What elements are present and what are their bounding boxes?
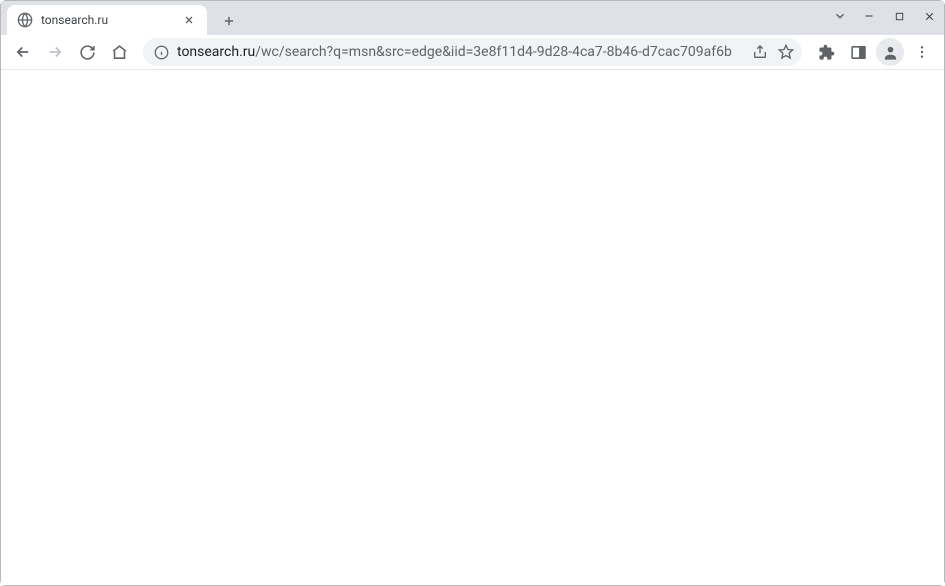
- address-bar[interactable]: tonsearch.ru/wc/search?q=msn&src=edge&ii…: [143, 38, 802, 66]
- side-panel-button[interactable]: [844, 38, 872, 66]
- url-text: tonsearch.ru/wc/search?q=msn&src=edge&ii…: [177, 44, 752, 60]
- tab-title: tonsearch.ru: [41, 13, 181, 27]
- profile-button[interactable]: [876, 38, 904, 66]
- site-info-icon[interactable]: [153, 44, 169, 60]
- minimize-window-button[interactable]: [854, 1, 884, 31]
- share-icon[interactable]: [752, 44, 768, 60]
- tabs-dropdown-button[interactable]: [826, 2, 854, 30]
- globe-icon: [17, 12, 33, 28]
- reload-button[interactable]: [73, 38, 101, 66]
- forward-button[interactable]: [41, 38, 69, 66]
- close-tab-button[interactable]: [181, 12, 197, 28]
- browser-tab[interactable]: tonsearch.ru: [7, 5, 207, 35]
- toolbar-right: [812, 38, 936, 66]
- maximize-window-button[interactable]: [884, 1, 914, 31]
- window-controls: [826, 1, 944, 31]
- browser-toolbar: tonsearch.ru/wc/search?q=msn&src=edge&ii…: [1, 35, 944, 70]
- page-content: [1, 70, 944, 585]
- menu-button[interactable]: [908, 38, 936, 66]
- browser-titlebar: tonsearch.ru: [1, 1, 944, 35]
- url-domain: tonsearch.ru: [177, 44, 255, 60]
- back-button[interactable]: [9, 38, 37, 66]
- new-tab-button[interactable]: [215, 7, 243, 35]
- close-window-button[interactable]: [914, 1, 944, 31]
- bookmark-icon[interactable]: [778, 44, 794, 60]
- home-button[interactable]: [105, 38, 133, 66]
- omnibox-actions: [752, 44, 794, 60]
- url-path: /wc/search?q=msn&src=edge&iid=3e8f11d4-9…: [255, 44, 732, 60]
- extensions-button[interactable]: [812, 38, 840, 66]
